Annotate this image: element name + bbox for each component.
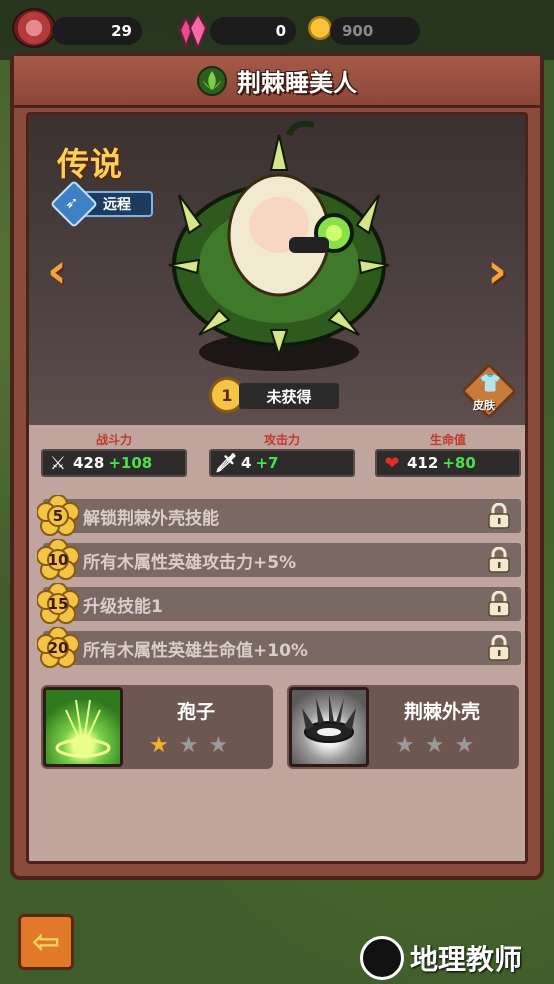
stat-power: 战斗力 ⚔ 428 +108 xyxy=(41,431,187,477)
lock-icon xyxy=(488,591,510,617)
unlock-level: 15 xyxy=(47,595,69,613)
lock-icon xyxy=(488,547,510,573)
skill-card-thorn-shell[interactable]: 荆棘外壳 ★ ★ ★ xyxy=(287,685,519,769)
skin-label: 皮肤 xyxy=(473,399,495,412)
unlock-level: 5 xyxy=(52,507,64,525)
unlock-text: 升级技能1 xyxy=(83,596,163,617)
prev-hero-button[interactable]: ‹ xyxy=(47,243,67,299)
stat-label: 战斗力 xyxy=(95,433,132,447)
coin-value: 900 xyxy=(342,22,374,40)
skill-card-spore[interactable]: 孢子 ★ ★ ★ xyxy=(41,685,273,769)
lock-icon xyxy=(488,635,510,661)
hero-portrait xyxy=(168,120,390,359)
stat-bonus: +108 xyxy=(108,454,153,472)
stat-attack: 攻击力 🗡 4 +7 xyxy=(209,431,355,477)
gem-value: 0 xyxy=(275,22,286,40)
stat-label: 攻击力 xyxy=(263,433,300,447)
swords-icon: ⚔ xyxy=(49,453,67,474)
unlock-row[interactable]: 10 所有木属性英雄攻击力+5% xyxy=(37,539,521,580)
meat-counter: 29 xyxy=(52,17,142,45)
skin-button[interactable]: 👕 皮肤 xyxy=(460,362,518,420)
star-icon: ★ xyxy=(149,733,169,758)
hero-status: 未获得 xyxy=(239,383,339,409)
skill-stars: ★ ★ ★ xyxy=(149,735,228,757)
bow-glyph: ➶ xyxy=(65,193,79,212)
skill-name: 孢子 xyxy=(176,701,215,723)
rarity-label: 传说 xyxy=(57,145,124,183)
coin-icon xyxy=(308,16,332,40)
watermark: 地理教师 xyxy=(360,936,522,980)
back-button[interactable]: ⇦ xyxy=(18,914,74,970)
stat-health: 生命值 ❤ 412 +80 xyxy=(375,431,521,477)
star-icon: ★ xyxy=(208,733,229,758)
resource-bar: 29 0 900 xyxy=(0,0,554,60)
watermark-text: 地理教师 xyxy=(410,943,523,976)
stat-bonus: +80 xyxy=(442,454,476,472)
stat-box: 🗡 4 +7 xyxy=(209,449,355,477)
spore-skill-icon xyxy=(43,687,123,767)
coin-counter: 900 xyxy=(330,17,420,45)
star-icon: ★ xyxy=(454,733,475,758)
star-icon: ★ xyxy=(178,733,199,758)
stat-box: ⚔ 428 +108 xyxy=(41,449,187,477)
stat-bonus: +7 xyxy=(255,454,279,472)
title-bar: 荆棘睡美人 xyxy=(14,56,540,108)
sword-icon: 🗡 xyxy=(214,453,238,474)
wood-element-icon xyxy=(197,65,227,96)
stat-base: 428 xyxy=(73,454,105,472)
meat-icon xyxy=(12,8,56,48)
hero-detail-panel: 荆棘睡美人 传说 ➶ 远程 ‹ › 1 未获得 👕 皮肤 战斗力 ⚔ 428 +… xyxy=(10,52,544,880)
attack-type-label: 远程 xyxy=(103,197,131,213)
unlock-text: 解锁荆棘外壳技能 xyxy=(83,508,219,529)
unlock-row[interactable]: 5 解锁荆棘外壳技能 xyxy=(37,495,521,536)
unlock-level: 20 xyxy=(47,639,69,657)
unlock-row[interactable]: 15 升级技能1 xyxy=(37,583,521,624)
unlock-text: 所有木属性英雄攻击力+5% xyxy=(83,552,297,573)
stat-base: 412 xyxy=(407,454,439,472)
hero-name: 荆棘睡美人 xyxy=(237,69,357,97)
thorn-shell-skill-icon xyxy=(289,687,369,767)
unlock-level: 10 xyxy=(47,551,69,569)
unlock-row[interactable]: 20 所有木属性英雄生命值+10% xyxy=(37,627,521,668)
unlock-text: 所有木属性英雄生命值+10% xyxy=(83,640,308,661)
skill-name: 荆棘外壳 xyxy=(403,701,480,723)
gem-icon xyxy=(178,12,208,51)
heart-icon: ❤ xyxy=(384,453,400,474)
star-icon: ★ xyxy=(395,733,415,758)
star-icon: ★ xyxy=(424,733,445,758)
next-hero-button[interactable]: › xyxy=(487,243,507,299)
lock-icon xyxy=(488,503,510,529)
gem-counter: 0 xyxy=(210,17,296,45)
meat-value: 29 xyxy=(111,22,132,40)
skill-stars: ★ ★ ★ xyxy=(395,735,474,757)
stat-box: ❤ 412 +80 xyxy=(375,449,521,477)
stat-base: 4 xyxy=(241,454,252,472)
hero-content: 传说 ➶ 远程 ‹ › 1 未获得 👕 皮肤 战斗力 ⚔ 428 +108 攻击… xyxy=(26,112,528,864)
globe-logo-icon xyxy=(360,936,404,980)
hero-stage: 传说 ➶ 远程 ‹ › 1 未获得 👕 皮肤 xyxy=(29,115,525,425)
back-arrow-icon: ⇦ xyxy=(31,922,61,962)
stat-label: 生命值 xyxy=(429,433,466,447)
shirt-icon: 👕 xyxy=(479,373,502,394)
